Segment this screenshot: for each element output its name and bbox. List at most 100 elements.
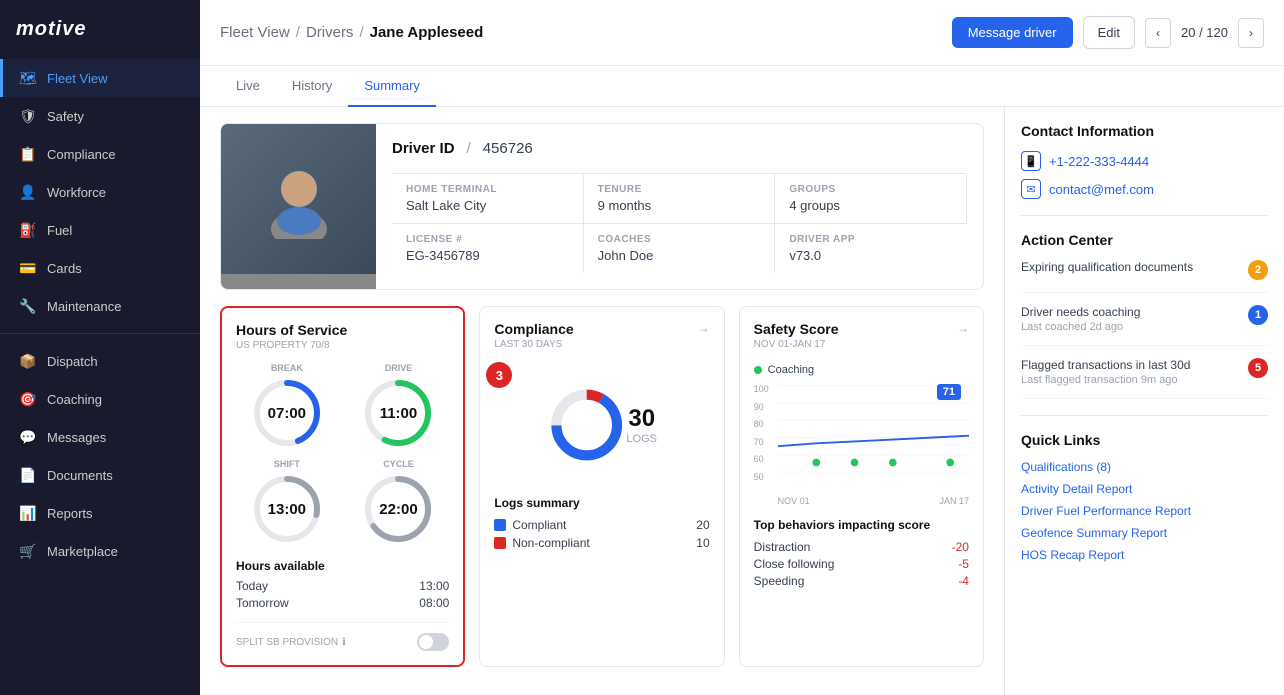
flagged-sub: Last flagged transaction 9m ago [1021,374,1190,386]
driver-count: 20 / 120 [1175,25,1234,40]
drive-label: DRIVE [385,363,413,373]
sidebar-item-compliance[interactable]: 📋 Compliance [0,135,200,173]
driver-app-cell: DRIVER APP v73.0 [775,224,967,273]
sidebar-item-fleet-view[interactable]: 🗺 Fleet View [0,59,200,97]
sidebar-item-safety[interactable]: 🛡 Safety [0,97,200,135]
sidebar-item-cards[interactable]: 💳 Cards [0,249,200,287]
sidebar-item-fuel[interactable]: ⛽ Fuel [0,211,200,249]
license-value: EG-3456789 [406,248,569,263]
safety-score-card: Safety Score NOV 01-JAN 17 → Coaching 71… [739,306,984,667]
document-icon: 📄 [19,466,37,484]
tabs-bar: Live History Summary [200,66,1284,107]
action-coaching-text: Driver needs coaching Last coached 2d ag… [1021,305,1140,333]
speeding-label: Speeding [754,574,805,588]
x-label-jan: JAN 17 [939,496,969,506]
safety-header: Safety Score NOV 01-JAN 17 → [754,321,969,362]
email-link[interactable]: contact@mef.com [1049,182,1154,197]
home-terminal-label: HOME TERMINAL [406,184,569,195]
hours-available: Hours available Today 13:00 Tomorrow 08:… [236,559,449,610]
sidebar-item-coaching[interactable]: 🎯 Coaching [0,380,200,418]
phone-link[interactable]: +1-222-333-4444 [1049,154,1149,169]
donut-number: 30 [626,405,657,433]
shift-wrapper: 13:00 [251,473,323,545]
page-header: Fleet View / Drivers / Jane Appleseed Me… [200,0,1284,66]
quick-link-fuel-performance[interactable]: Driver Fuel Performance Report [1021,504,1268,518]
distraction-value: -20 [952,540,969,554]
coaching-dot-3 [889,459,897,467]
tab-live[interactable]: Live [220,66,276,107]
split-sb-row: SPLIT SB PROVISION ℹ [236,622,449,651]
x-labels: NOV 01 JAN 17 [778,496,969,506]
person-icon: 👤 [19,183,37,201]
phone-icon: 📱 [1021,151,1041,171]
breadcrumb-drivers[interactable]: Drivers [306,24,354,41]
hos-subtitle: US PROPERTY 70/8 [236,340,449,351]
logs-summary-title: Logs summary [494,496,709,510]
compliance-subtitle: LAST 30 DAYS [494,339,573,350]
license-label: LICENSE # [406,234,569,245]
groups-cell: GROUPS 4 groups [775,174,967,224]
sidebar-item-label: Compliance [47,147,116,162]
quick-link-activity[interactable]: Activity Detail Report [1021,482,1268,496]
compliant-dot [494,519,506,531]
driver-info-card: Driver ID / 456726 HOME TERMINAL Salt La… [220,123,984,290]
noncompliant-dot [494,537,506,549]
safety-title: Safety Score [754,321,839,337]
driver-id-separator: / [467,140,471,157]
message-driver-button[interactable]: Message driver [952,17,1073,48]
driver-photo [221,124,376,289]
sidebar-item-dispatch[interactable]: 📦 Dispatch [0,342,200,380]
close-following-label: Close following [754,557,835,571]
sidebar-item-maintenance[interactable]: 🔧 Maintenance [0,287,200,325]
fuel-icon: ⛽ [19,221,37,239]
compliant-value: 20 [696,518,709,532]
breadcrumb-fleet-view[interactable]: Fleet View [220,24,290,41]
x-label-nov: NOV 01 [778,496,810,506]
cycle-circle-svg [362,473,434,545]
sidebar-item-label: Dispatch [47,354,98,369]
split-sb-toggle[interactable] [417,633,449,651]
flagged-badge: 5 [1248,358,1268,378]
shield-icon: 🛡 [19,107,37,125]
drive-circle-svg [362,377,434,449]
donut-center: 30 LOGS [626,405,657,445]
wrench-icon: 🔧 [19,297,37,315]
compliance-title: Compliance [494,321,573,337]
driver-id-value: 456726 [483,140,533,157]
shift-label: SHIFT [274,459,300,469]
quick-link-qualifications[interactable]: Qualifications (8) [1021,460,1268,474]
breadcrumb-sep1: / [296,24,300,41]
coaches-cell: COACHES John Doe [584,224,776,273]
content-area: Driver ID / 456726 HOME TERMINAL Salt La… [200,107,1284,695]
clipboard-icon: 📋 [19,145,37,163]
coaching-dot-2 [850,459,858,467]
expiring-docs-label: Expiring qualification documents [1021,260,1193,274]
tab-history[interactable]: History [276,66,348,107]
sidebar-item-reports[interactable]: 📊 Reports [0,494,200,532]
hours-available-title: Hours available [236,559,449,573]
quick-link-hos-recap[interactable]: HOS Recap Report [1021,548,1268,562]
sidebar-item-messages[interactable]: 💬 Messages [0,418,200,456]
next-driver-button[interactable]: › [1238,18,1264,48]
quick-links-title: Quick Links [1021,432,1268,448]
distraction-label: Distraction [754,540,811,554]
tomorrow-label: Tomorrow [236,596,289,610]
sidebar-item-documents[interactable]: 📄 Documents [0,456,200,494]
edit-button[interactable]: Edit [1083,16,1135,49]
safety-arrow-icon[interactable]: → [957,321,969,335]
email-icon: ✉ [1021,179,1041,199]
tab-summary[interactable]: Summary [348,66,436,107]
info-icon: ℹ [342,637,346,648]
sidebar-item-label: Coaching [47,392,102,407]
compliance-arrow-icon[interactable]: → [698,321,710,335]
break-circle-svg [251,377,323,449]
prev-driver-button[interactable]: ‹ [1145,18,1171,48]
sidebar-item-marketplace[interactable]: 🛒 Marketplace [0,532,200,570]
sidebar-item-workforce[interactable]: 👤 Workforce [0,173,200,211]
noncompliant-row: Non-compliant 10 [494,536,709,550]
sidebar-item-label: Maintenance [47,299,121,314]
phone-contact: 📱 +1-222-333-4444 [1021,151,1268,171]
quick-link-geofence[interactable]: Geofence Summary Report [1021,526,1268,540]
donut-label: LOGS [626,433,657,445]
coaching-action-label: Driver needs coaching [1021,305,1140,319]
